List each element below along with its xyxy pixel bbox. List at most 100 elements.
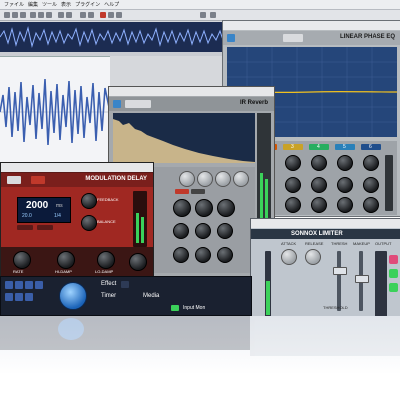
loop-icon[interactable]	[200, 12, 206, 18]
reverb-decay-knob[interactable]	[215, 171, 231, 187]
eq-band-5-tab[interactable]: 5	[335, 144, 355, 150]
limiter-release-knob[interactable]	[305, 249, 321, 265]
delay-window-titlebar[interactable]	[1, 163, 153, 172]
waveform-main-view[interactable]	[0, 56, 110, 167]
transport-btn-1[interactable]	[5, 281, 13, 289]
eq-freq-knob-3[interactable]	[285, 155, 301, 171]
reverb-lowcut-knob[interactable]	[173, 199, 191, 217]
menu-plugins[interactable]: プラグイン	[75, 1, 100, 8]
limiter-makeup-label: MAKEUP	[353, 241, 370, 246]
copy-icon[interactable]	[38, 12, 44, 18]
transport-btn-7[interactable]	[25, 293, 33, 301]
main-waveform-graphic	[0, 78, 110, 146]
delay-sync-button[interactable]	[17, 225, 33, 230]
limiter-window-titlebar[interactable]	[251, 219, 400, 228]
waveform-overview[interactable]	[0, 22, 230, 52]
delay-tap-button[interactable]	[37, 225, 53, 230]
eq-gain-knob-4[interactable]	[311, 177, 327, 193]
open-icon[interactable]	[12, 12, 18, 18]
reverb-dry-knob[interactable]	[173, 247, 189, 263]
save-icon[interactable]	[20, 12, 26, 18]
effect-toggle-icon[interactable]	[121, 281, 129, 288]
limiter-threshold-fader-track[interactable]	[337, 251, 341, 311]
reverb-highcut-knob[interactable]	[195, 199, 213, 217]
reverb-power-button[interactable]	[113, 100, 121, 108]
reverb-damping-knob[interactable]	[217, 199, 235, 217]
new-file-icon[interactable]	[4, 12, 10, 18]
menu-edit[interactable]: 編集	[28, 1, 38, 8]
redo-icon[interactable]	[66, 12, 72, 18]
reverb-width-knob[interactable]	[217, 223, 233, 239]
reverb-tail-level-knob[interactable]	[195, 223, 211, 239]
impulse-response-graphic	[113, 119, 255, 163]
eq-q-knob-3[interactable]	[285, 197, 301, 213]
eq-band-3-tab[interactable]: 3	[283, 144, 303, 150]
delay-mix-knob[interactable]	[129, 253, 147, 271]
zoom-icon[interactable]	[80, 12, 86, 18]
delay-preset-button[interactable]	[7, 176, 21, 184]
reverb-size-knob[interactable]	[197, 171, 213, 187]
eq-freq-knob-5[interactable]	[337, 155, 353, 171]
menu-tools[interactable]: ツール	[42, 1, 57, 8]
record-icon[interactable]	[100, 12, 106, 18]
eq-q-knob-5[interactable]	[337, 197, 353, 213]
transport-btn-5[interactable]	[5, 293, 13, 301]
eq-power-button[interactable]	[227, 34, 235, 42]
delay-rate-knob[interactable]	[13, 251, 31, 269]
reverb-window-titlebar[interactable]	[109, 87, 274, 96]
eq-freq-knob-4[interactable]	[311, 155, 327, 171]
cut-icon[interactable]	[30, 12, 36, 18]
eq-band-4-tab[interactable]: 4	[309, 144, 329, 150]
eq-band-6-tab[interactable]: 6	[361, 144, 381, 150]
reverb-mode-button-b[interactable]	[191, 189, 205, 194]
transport-media-label[interactable]: Media	[143, 293, 159, 299]
play-icon[interactable]	[108, 12, 114, 18]
eq-q-knob-4[interactable]	[311, 197, 327, 213]
limiter-output-meter	[375, 251, 387, 317]
transport-btn-6[interactable]	[15, 293, 23, 301]
delay-time-display[interactable]: 2000 ms 20.0 1/4	[17, 197, 71, 223]
limiter-attack-knob[interactable]	[281, 249, 297, 265]
limiter-clip-button[interactable]	[389, 255, 398, 264]
transport-effect-label[interactable]: Effect	[101, 281, 116, 287]
reverb-er-level-knob[interactable]	[173, 223, 189, 239]
transport-btn-2[interactable]	[15, 281, 23, 289]
eq-gain-knob-6[interactable]	[363, 177, 379, 193]
reverb-mode-button-a[interactable]	[175, 189, 189, 194]
menu-help[interactable]: ヘルプ	[104, 1, 119, 8]
menu-file[interactable]: ファイル	[4, 1, 24, 8]
delay-hidamp-knob[interactable]	[57, 251, 75, 269]
paste-icon[interactable]	[46, 12, 52, 18]
delay-bypass-button[interactable]	[31, 176, 45, 184]
reverb-preset-field[interactable]	[125, 100, 151, 108]
transport-btn-3[interactable]	[25, 281, 33, 289]
delay-balance-knob[interactable]	[81, 215, 97, 231]
input-monitor-led[interactable]	[171, 305, 179, 311]
undo-icon[interactable]	[58, 12, 64, 18]
select-icon[interactable]	[88, 12, 94, 18]
delay-lodamp-knob[interactable]	[97, 251, 115, 269]
marker-icon[interactable]	[210, 12, 216, 18]
reverb-diffusion-knob[interactable]	[233, 171, 249, 187]
delay-feedback-knob[interactable]	[81, 193, 97, 209]
transport-timer-label[interactable]: Timer	[101, 293, 116, 299]
reverb-predelay-knob[interactable]	[179, 171, 195, 187]
play-icon[interactable]	[59, 282, 87, 310]
eq-window-titlebar[interactable]	[223, 21, 400, 30]
delay-lodamp-label: LO-DAMP	[95, 269, 114, 274]
menu-view[interactable]: 表示	[61, 1, 71, 8]
eq-gain-knob-3[interactable]	[285, 177, 301, 193]
eq-gain-knob-5[interactable]	[337, 177, 353, 193]
stop-icon[interactable]	[116, 12, 122, 18]
limiter-safe-button[interactable]	[389, 269, 398, 278]
reverb-wet-knob[interactable]	[195, 247, 211, 263]
transport-btn-4[interactable]	[35, 281, 43, 289]
eq-freq-knob-6[interactable]	[363, 155, 379, 171]
eq-preset-button[interactable]	[283, 34, 303, 42]
limiter-auto-button[interactable]	[389, 283, 398, 292]
reverb-mix-knob[interactable]	[217, 247, 233, 263]
limiter-makeup-fader[interactable]	[355, 275, 369, 283]
eq-q-knob-6[interactable]	[363, 197, 379, 213]
delay-sub-value-right: 1/4	[54, 213, 61, 219]
limiter-threshold-fader[interactable]	[333, 267, 347, 275]
